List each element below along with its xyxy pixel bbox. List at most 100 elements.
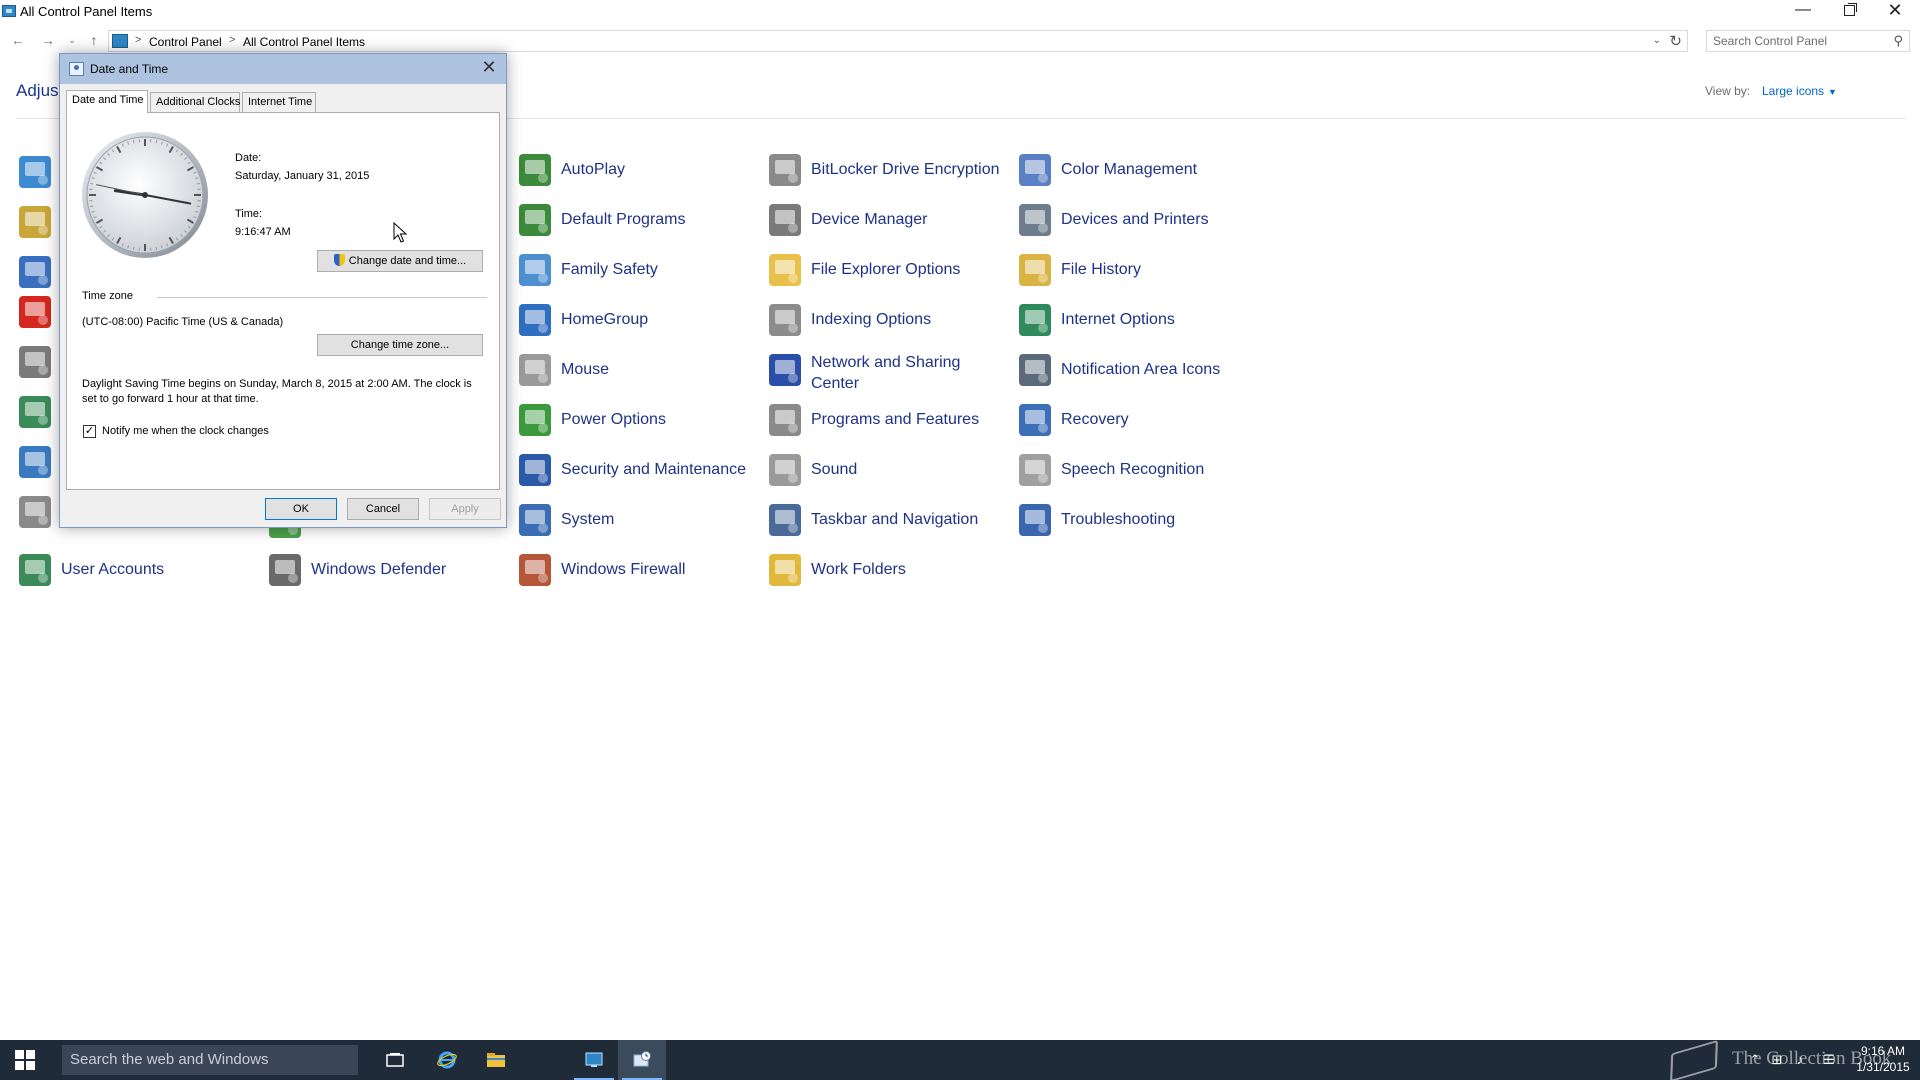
cp-item-taskbar-and-navigation[interactable]: Taskbar and Navigation [769, 500, 1009, 540]
restore-button[interactable] [1826, 0, 1872, 22]
dialog-close-button[interactable]: ✕ [478, 57, 500, 79]
cp-item-sound[interactable]: Sound [769, 450, 1009, 490]
start-button[interactable] [0, 1040, 48, 1080]
dialog-title-bar[interactable]: Date and Time ✕ [60, 54, 506, 84]
cp-item-file-history[interactable]: File History [1019, 250, 1259, 290]
programs-features-icon [769, 404, 801, 436]
cp-item-label: Speech Recognition [1061, 461, 1205, 478]
keyboard-icon[interactable] [19, 346, 51, 378]
notify-label[interactable]: Notify me when the clock changes [102, 425, 269, 437]
notifications-icon[interactable]: ☰ [1820, 1051, 1838, 1069]
cp-item-family-safety[interactable]: Family Safety [519, 250, 759, 290]
cp-item-label: System [561, 511, 615, 528]
internet-explorer-button[interactable] [423, 1040, 471, 1080]
close-window-button[interactable]: ✕ [1872, 0, 1918, 22]
notify-checkbox[interactable]: ✓ [83, 425, 96, 438]
change-time-zone-button[interactable]: Change time zone... [317, 334, 483, 356]
cp-item-device-manager[interactable]: Device Manager [769, 200, 1009, 240]
file-explorer-button[interactable] [472, 1040, 520, 1080]
tray-clock[interactable]: 9:16 AM 1/31/2015 [1848, 1043, 1918, 1075]
taskbar-search-input[interactable] [70, 1045, 350, 1073]
cp-item-security-and-maintenance[interactable]: Security and Maintenance [519, 450, 759, 490]
cp-item-internet-options[interactable]: Internet Options [1019, 300, 1259, 340]
up-button[interactable]: ↑ [84, 31, 104, 51]
cp-item-autoplay[interactable]: AutoPlay [519, 150, 759, 190]
cp-item-programs-and-features[interactable]: Programs and Features [769, 400, 1009, 440]
cp-item-color-management[interactable]: Color Management [1019, 150, 1259, 190]
cp-item-label: Taskbar and Navigation [811, 511, 979, 528]
recent-locations-button[interactable]: ⌄ [62, 31, 82, 51]
cp-item-troubleshooting[interactable]: Troubleshooting [1019, 500, 1259, 540]
date-time-taskbar-button[interactable] [618, 1040, 666, 1080]
storage-spaces-icon[interactable] [19, 496, 51, 528]
cp-item-devices-and-printers[interactable]: Devices and Printers [1019, 200, 1259, 240]
cp-item-power-options[interactable]: Power Options [519, 400, 759, 440]
cp-item-work-folders[interactable]: Work Folders [769, 550, 1009, 590]
cp-item-windows-defender[interactable]: Windows Defender [269, 550, 509, 590]
cp-item-network-and-sharing-center[interactable]: Network and Sharing Center [769, 350, 1009, 392]
action-center-icon[interactable] [19, 156, 51, 188]
search-box[interactable]: ⚲ [1706, 30, 1910, 52]
devices-printers-icon [1019, 204, 1051, 236]
network-icon[interactable]: ⊞ [1768, 1051, 1786, 1069]
cp-item-file-explorer-options[interactable]: File Explorer Options [769, 250, 1009, 290]
apply-button[interactable]: Apply [429, 498, 501, 520]
cp-item-label: Mouse [561, 361, 610, 378]
cp-item-speech-recognition[interactable]: Speech Recognition [1019, 450, 1259, 490]
control-panel-taskbar-button[interactable] [570, 1040, 618, 1080]
clock-tick [90, 205, 94, 208]
breadcrumb-separator[interactable]: > [135, 34, 141, 46]
cancel-button[interactable]: Cancel [347, 498, 419, 520]
admin-tools-icon[interactable] [19, 206, 51, 238]
windows-logo-icon [15, 1061, 24, 1070]
address-dropdown-icon[interactable]: ⌄ [1653, 35, 1661, 46]
address-bar[interactable]: > Control Panel > All Control Panel Item… [108, 30, 1688, 52]
tab-panel: Date: Saturday, January 31, 2015 Time: 9… [66, 112, 500, 490]
color-management-icon [1019, 154, 1051, 186]
breadcrumb-all-items[interactable]: All Control Panel Items [243, 35, 365, 49]
cp-item-label: Sound [811, 461, 858, 478]
minimize-button[interactable]: — [1780, 0, 1826, 22]
cp-item-default-programs[interactable]: Default Programs [519, 200, 759, 240]
cp-item-label: Power Options [561, 411, 666, 428]
cp-item-notification-area-icons[interactable]: Notification Area Icons [1019, 350, 1259, 390]
breadcrumb-separator[interactable]: > [229, 34, 235, 46]
breadcrumb-control-panel[interactable]: Control Panel [149, 35, 222, 49]
cp-item-mouse[interactable]: Mouse [519, 350, 759, 390]
mouse-icon [519, 354, 551, 386]
family-safety-icon [519, 254, 551, 286]
internet-explorer-icon [437, 1051, 457, 1069]
remoteapp-icon[interactable] [19, 396, 51, 428]
volume-icon[interactable]: ♪ [1791, 1051, 1809, 1069]
change-date-time-button[interactable]: Change date and time... [317, 250, 483, 272]
tab-date-and-time[interactable]: Date and Time [66, 90, 148, 113]
search-icon[interactable]: ⚲ [1893, 33, 1903, 49]
forward-button[interactable]: → [38, 31, 58, 51]
homegroup-icon [519, 304, 551, 336]
cp-item-homegroup[interactable]: HomeGroup [519, 300, 759, 340]
tray-date: 1/31/2015 [1856, 1060, 1910, 1074]
ok-button[interactable]: OK [265, 498, 337, 520]
windows-defender-icon [269, 554, 301, 586]
cp-item-indexing-options[interactable]: Indexing Options [769, 300, 1009, 340]
task-view-button[interactable] [371, 1040, 419, 1080]
refresh-icon[interactable]: ↻ [1669, 32, 1682, 50]
taskbar-search-box[interactable] [62, 1045, 358, 1075]
cp-item-label: Default Programs [561, 211, 686, 228]
tab-additional-clocks[interactable]: Additional Clocks [150, 92, 240, 112]
view-by-dropdown[interactable]: Large icons ▼ [1762, 84, 1837, 98]
flash-player-icon[interactable] [19, 296, 51, 328]
cp-item-windows-firewall[interactable]: Windows Firewall [519, 550, 759, 590]
cp-item-system[interactable]: System [519, 500, 759, 540]
back-button[interactable]: ← [8, 31, 28, 51]
cp-item-user-accounts[interactable]: User Accounts [19, 550, 259, 590]
cp-item-recovery[interactable]: Recovery [1019, 400, 1259, 440]
cp-item-bitlocker-drive-encryption[interactable]: BitLocker Drive Encryption [769, 150, 1009, 190]
show-hidden-icons-button[interactable]: ⌃ [1746, 1051, 1764, 1069]
tab-internet-time[interactable]: Internet Time [242, 92, 316, 112]
display-icon[interactable] [19, 256, 51, 288]
search-input[interactable] [1713, 32, 1883, 50]
cp-item-label: Devices and Printers [1061, 211, 1209, 228]
date-value: Saturday, January 31, 2015 [235, 170, 370, 182]
region-icon[interactable] [19, 446, 51, 478]
